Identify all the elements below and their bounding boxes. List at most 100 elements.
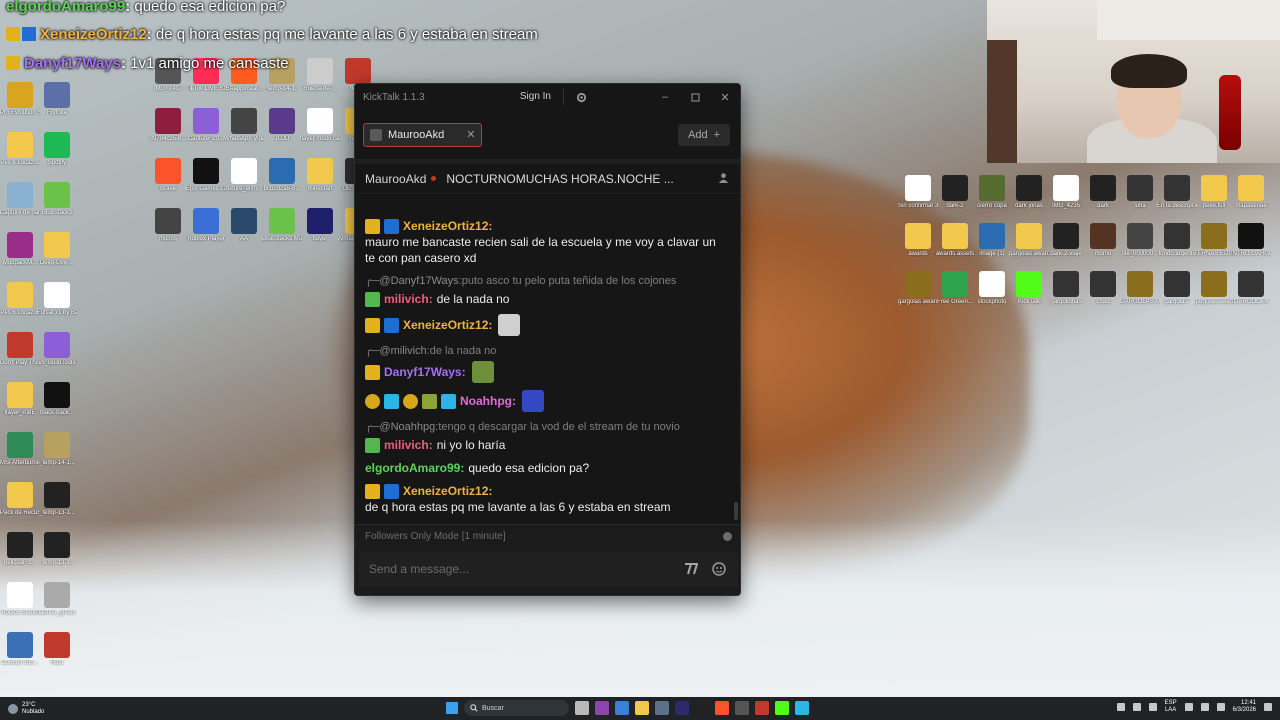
add-chatroom-button[interactable]: Add +	[677, 123, 730, 146]
desktop-icon[interactable]: gargolas awards	[898, 271, 938, 306]
desktop-icon[interactable]: Fortnite	[37, 82, 77, 117]
desktop-icon[interactable]: dark-2-viaje	[1046, 223, 1086, 258]
desktop-icon[interactable]: Roblox Studio	[0, 582, 40, 617]
desktop-icon[interactable]: dark jonas	[1009, 175, 1049, 210]
info-icon[interactable]	[723, 531, 732, 541]
desktop-icon[interactable]: Futsal x1 by Bazinga fro...	[37, 282, 77, 317]
desktop-icon[interactable]: luna	[1120, 175, 1160, 210]
obs-icon[interactable]	[735, 701, 749, 715]
brave-icon[interactable]	[715, 701, 729, 715]
cyan-badge-icon[interactable]	[384, 393, 399, 409]
desktop-icon[interactable]: Sin confirmar 336672.crd...	[898, 175, 938, 210]
desktop-icon[interactable]: 39704c35-8...	[148, 108, 188, 143]
desktop-icon[interactable]: gargolas awards	[1009, 223, 1049, 258]
notifications-icon[interactable]	[1264, 703, 1272, 711]
close-icon[interactable]: ✕	[718, 90, 732, 104]
desktop-icon[interactable]: Spotify	[37, 132, 77, 167]
desktop-icon[interactable]: gargolas awards	[1194, 271, 1234, 306]
desktop-icon[interactable]: GARGOLA 4	[1231, 271, 1271, 306]
subscriber-badge-icon[interactable]	[384, 483, 399, 499]
desktop-icon[interactable]: BlueStacks Multi-Instan...	[262, 208, 302, 243]
crown-badge-icon[interactable]	[365, 364, 380, 380]
desktop-icon[interactable]: fixture_elim...	[224, 158, 264, 193]
chat-username[interactable]: Noahhpg	[460, 393, 512, 409]
desktop-icon[interactable]: mapaseriae	[1231, 175, 1271, 210]
chat-username[interactable]: milivich	[384, 437, 429, 453]
cyan-badge-icon[interactable]	[441, 393, 456, 409]
desktop-icon[interactable]: black-back...	[37, 382, 77, 417]
fe-icon[interactable]	[675, 701, 689, 715]
language-indicator[interactable]: ESP LAA	[1165, 700, 1177, 714]
desktop-icon[interactable]: vs_BuildTools	[37, 332, 77, 367]
tray-app-icon[interactable]	[1132, 703, 1141, 711]
desktop-icon[interactable]: minecraft	[300, 158, 340, 193]
file-explorer-icon[interactable]	[635, 701, 649, 715]
tray-app-icon[interactable]	[1148, 703, 1157, 711]
edge-icon[interactable]	[615, 701, 629, 715]
desktop-icon[interactable]: stockphoto	[972, 271, 1012, 306]
desktop-icon[interactable]: _temp-14-1...	[37, 432, 77, 467]
desktop-icon[interactable]: micros	[148, 208, 188, 243]
maximize-icon[interactable]	[688, 90, 702, 104]
chatroom-tab[interactable]: MaurooAkd ✕	[363, 122, 483, 147]
desktop-icon[interactable]: TERNAS EDITORES	[1194, 223, 1234, 258]
gold-badge-icon[interactable]	[403, 393, 418, 409]
desktop-icon[interactable]: momo	[1083, 223, 1123, 258]
desktop-icon[interactable]: KickTalk	[1009, 271, 1049, 306]
desktop-icon[interactable]: Roblox Player	[186, 208, 226, 243]
7tv-emote-icon[interactable]	[682, 560, 700, 578]
windows-start-icon[interactable]	[446, 702, 458, 714]
chat-messages[interactable]: XeneizeOrtiz12: mauro me bancaste recien …	[355, 218, 735, 520]
desktop-icon[interactable]: image (1)	[972, 223, 1012, 258]
desktop-icon[interactable]: Rueda-de-...	[300, 58, 340, 93]
settings-gear-icon[interactable]	[574, 90, 588, 104]
chat-username[interactable]: XeneizeOrtiz12	[403, 483, 488, 499]
clock[interactable]: 12:41 6/3/2026	[1233, 700, 1256, 714]
desktop-icon[interactable]: Don't Play This Demo	[0, 332, 40, 367]
gift-badge-icon[interactable]	[365, 437, 380, 453]
desktop-icon[interactable]: pelicual_3...	[0, 532, 40, 567]
sign-in-button[interactable]: Sign In	[508, 89, 564, 105]
olive-badge-icon[interactable]	[422, 393, 437, 409]
subscriber-badge-icon[interactable]	[384, 218, 399, 234]
desktop-icon[interactable]: gargolinhas	[1046, 271, 1086, 306]
app-icon[interactable]	[595, 701, 609, 715]
app-icon[interactable]	[755, 701, 769, 715]
desktop-icon[interactable]: bcb2d2a5-8...	[262, 158, 302, 193]
desktop-icon[interactable]: gargola.7	[1157, 271, 1197, 306]
reply-username[interactable]: @Noahhpg	[379, 419, 435, 435]
app-icon[interactable]	[795, 701, 809, 715]
chevron-up-icon[interactable]	[1116, 703, 1125, 711]
desktop-icon[interactable]: _temp-13-1...	[37, 482, 77, 517]
message-input[interactable]	[369, 562, 672, 576]
crown-badge-icon[interactable]	[365, 218, 380, 234]
desktop-icon[interactable]: Brave	[148, 158, 188, 193]
desktop-icon[interactable]: peke.full	[1194, 175, 1234, 210]
desktop-icon[interactable]: awards	[898, 223, 938, 258]
chat-scrollbar[interactable]	[734, 502, 738, 520]
desktop-icon[interactable]: Pes 6 Locazos	[0, 282, 40, 317]
desktop-icon[interactable]: BlueStacks	[37, 182, 77, 217]
desktop-icon[interactable]: flayer_AME	[0, 382, 40, 417]
subscriber-badge-icon[interactable]	[384, 317, 399, 333]
gold-badge-icon[interactable]	[365, 393, 380, 409]
desktop-icon[interactable]: ladrillo_grises	[37, 582, 77, 617]
taskbar-search[interactable]: Buscar	[464, 700, 569, 716]
desktop-icon[interactable]: Capture_20...	[186, 108, 226, 143]
store-icon[interactable]	[655, 701, 669, 715]
desktop-icon[interactable]: AA	[224, 208, 264, 243]
window-titlebar[interactable]: KickTalk 1.1.3 Sign In – ✕	[355, 84, 740, 110]
desktop-icon[interactable]: ModpackM...	[0, 232, 40, 267]
desktop-icon[interactable]: Epic Games Launcher	[186, 158, 226, 193]
desktop-icon[interactable]: Pes 6 Locazos	[0, 132, 40, 167]
desktop-icon[interactable]: chad	[1083, 271, 1123, 306]
pepe-emote[interactable]	[471, 361, 494, 383]
kick-emote-icon[interactable]	[710, 560, 728, 578]
gift-badge-icon[interactable]	[365, 291, 380, 307]
desktop-icon[interactable]: dark-2	[935, 175, 975, 210]
reply-username[interactable]: @Danyf17Ways	[379, 273, 458, 289]
chat-username[interactable]: XeneizeOrtiz12	[403, 218, 488, 234]
chat-username[interactable]: Danyf17Ways	[384, 364, 462, 380]
desktop-icon[interactable]: Pro Evolution Soccer 6	[0, 82, 40, 117]
weather-widget[interactable]: 23°C Nublado	[0, 702, 44, 716]
